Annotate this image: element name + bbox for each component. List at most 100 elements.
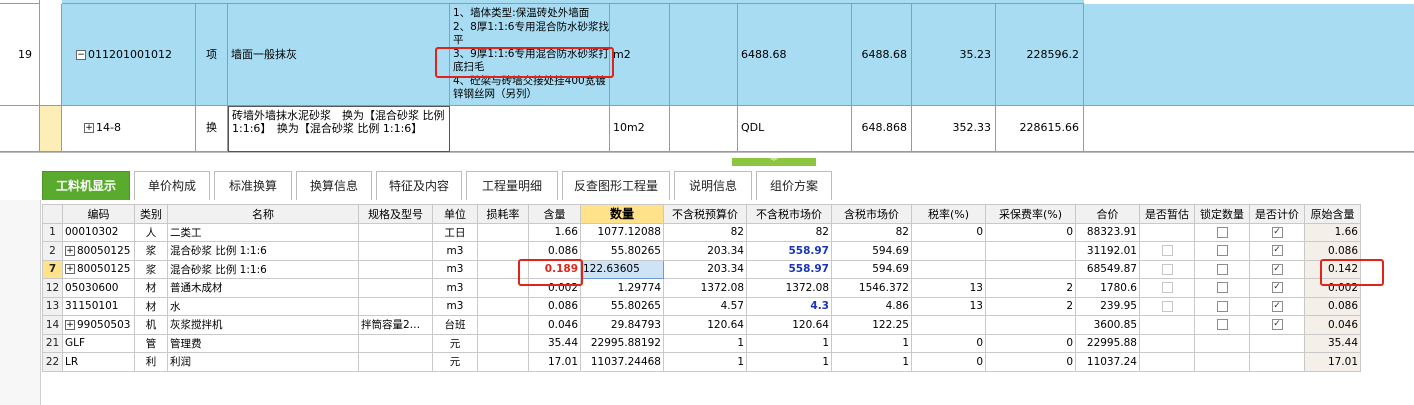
- unchecked-checkbox-icon[interactable]: [1216, 263, 1228, 275]
- collapse-toggle-icon[interactable]: −: [76, 50, 86, 60]
- cell-priced[interactable]: ✓: [1249, 296, 1305, 316]
- row-seq[interactable]: 1: [42, 222, 63, 242]
- cell-content[interactable]: 0.002: [528, 278, 581, 298]
- cell-priced[interactable]: ✓: [1249, 278, 1305, 298]
- cell-content[interactable]: 0.189: [528, 259, 581, 279]
- cell-provisional[interactable]: [1139, 296, 1195, 316]
- cell-provisional[interactable]: [1139, 278, 1195, 298]
- cell-quantity[interactable]: 22995.88192: [580, 333, 664, 353]
- row-seq[interactable]: 13: [42, 296, 63, 316]
- cell-quantity[interactable]: 55.80265: [580, 296, 664, 316]
- splitter-grip-icon[interactable]: ︾: [732, 158, 816, 166]
- cell-lock-qty[interactable]: [1194, 296, 1250, 316]
- tab-pricing-plan[interactable]: 组价方案: [756, 171, 832, 200]
- cell-lock-qty[interactable]: [1194, 352, 1250, 372]
- tab-description-info[interactable]: 说明信息: [674, 171, 752, 200]
- grid-row[interactable]: 14 +99050503 机灰浆搅拌机 拌筒容量2… 台班 0.046 29.84793 12…: [42, 315, 1361, 335]
- expand-toggle-icon[interactable]: +: [65, 264, 75, 275]
- panel-splitter[interactable]: [0, 152, 1414, 158]
- col-header-loss-rate[interactable]: 损耗率: [477, 204, 529, 224]
- cell-market-price[interactable]: 1: [746, 333, 832, 353]
- row-seq[interactable]: 21: [42, 333, 63, 353]
- row-seq[interactable]: 7: [42, 259, 63, 279]
- cell-market-price[interactable]: 558.97: [746, 241, 832, 261]
- cell-quantity[interactable]: 1077.12088: [580, 222, 664, 242]
- checked-checkbox-icon[interactable]: ✓: [1271, 282, 1283, 294]
- col-header-name[interactable]: 名称: [167, 204, 359, 224]
- unchecked-checkbox-icon[interactable]: [1216, 282, 1228, 294]
- item-code-cell[interactable]: −011201001012: [62, 4, 196, 106]
- unchecked-checkbox-icon[interactable]: [1161, 282, 1173, 294]
- unchecked-checkbox-icon[interactable]: [1216, 245, 1228, 257]
- col-header-type[interactable]: 类别: [134, 204, 168, 224]
- cell-content[interactable]: 0.086: [528, 296, 581, 316]
- cell-provisional[interactable]: [1139, 315, 1195, 335]
- cell-content[interactable]: 17.01: [528, 352, 581, 372]
- unchecked-checkbox-icon[interactable]: [1161, 263, 1173, 275]
- grid-row[interactable]: 1 00010302 人二类工 工日 1.66 1077.12088 82 82 82 0 0 883…: [42, 222, 1361, 242]
- cell-provisional[interactable]: [1139, 222, 1195, 242]
- cell-market-price[interactable]: 120.64: [746, 315, 832, 335]
- grid-row[interactable]: 13 31150101 材水 m3 0.086 55.80265 4.57 4.3 4.86 13…: [42, 296, 1361, 316]
- col-header-unit[interactable]: 单位: [432, 204, 478, 224]
- tab-standard-conversion[interactable]: 标准换算: [214, 171, 292, 200]
- sub-name[interactable]: 砖墙外墙抹水泥砂浆 换为【混合砂浆 比例 1:1:6】 换为【混合砂浆 比例 1…: [228, 106, 450, 152]
- col-header-budget-price[interactable]: 不含税预算价: [663, 204, 747, 224]
- col-header-tax-rate[interactable]: 税率(%): [911, 204, 986, 224]
- cell-quantity[interactable]: 1.29774: [580, 278, 664, 298]
- cell-market-price[interactable]: 1: [746, 352, 832, 372]
- cell-market-price[interactable]: 558.97: [746, 259, 832, 279]
- cell-market-price[interactable]: 82: [746, 222, 832, 242]
- cell-lock-qty[interactable]: [1194, 278, 1250, 298]
- cell-lock-qty[interactable]: [1194, 315, 1250, 335]
- grid-row[interactable]: 21 GLF 管管理费元 35.44 22995.88192 1 1 1 0 0 22995.88 3…: [42, 333, 1361, 353]
- tab-labor-material-machine[interactable]: 工料机显示: [42, 171, 130, 200]
- cell-quantity[interactable]: 29.84793: [580, 315, 664, 335]
- checked-checkbox-icon[interactable]: ✓: [1271, 300, 1283, 312]
- unchecked-checkbox-icon[interactable]: [1161, 300, 1173, 312]
- cell-market-price[interactable]: 1372.08: [746, 278, 832, 298]
- tab-quantity-details[interactable]: 工程量明细: [466, 171, 558, 200]
- row-seq[interactable]: 2: [42, 241, 63, 261]
- cell-market-price[interactable]: 4.3: [746, 296, 832, 316]
- cell-content[interactable]: 0.086: [528, 241, 581, 261]
- cell-quantity[interactable]: 11037.24468: [580, 352, 664, 372]
- row-seq[interactable]: 14: [42, 315, 63, 335]
- checked-checkbox-icon[interactable]: ✓: [1271, 245, 1283, 257]
- cell-lock-qty[interactable]: [1194, 241, 1250, 261]
- col-header-total[interactable]: 合价: [1075, 204, 1140, 224]
- col-header-provisional[interactable]: 是否暂估: [1139, 204, 1195, 224]
- cell-priced[interactable]: ✓: [1249, 315, 1305, 335]
- unchecked-checkbox-icon[interactable]: [1216, 226, 1228, 238]
- cell-priced[interactable]: ✓: [1249, 222, 1305, 242]
- unchecked-checkbox-icon[interactable]: [1216, 300, 1228, 312]
- col-header-tax-market-price[interactable]: 含税市场价: [831, 204, 912, 224]
- cell-priced[interactable]: ✓: [1249, 241, 1305, 261]
- sub-code-cell[interactable]: +14-8: [62, 106, 196, 152]
- row-seq[interactable]: 22: [42, 352, 63, 372]
- cell-provisional[interactable]: [1139, 333, 1195, 353]
- expand-toggle-icon[interactable]: +: [65, 319, 75, 330]
- grid-row[interactable]: 2 +80050125 浆混合砂浆 比例 1:1:6 m3 0.086 55.80265 2…: [42, 241, 1361, 261]
- row-seq[interactable]: 12: [42, 278, 63, 298]
- unchecked-checkbox-icon[interactable]: [1216, 319, 1228, 331]
- col-header-quantity[interactable]: 数量: [580, 204, 664, 224]
- cell-priced[interactable]: [1249, 352, 1305, 372]
- cell-priced[interactable]: ✓: [1249, 259, 1305, 279]
- cell-lock-qty[interactable]: [1194, 259, 1250, 279]
- cell-provisional[interactable]: [1139, 352, 1195, 372]
- col-header-content[interactable]: 含量: [528, 204, 581, 224]
- cell-quantity[interactable]: 55.80265: [580, 241, 664, 261]
- col-header-priced[interactable]: 是否计价: [1249, 204, 1305, 224]
- expand-toggle-icon[interactable]: +: [84, 123, 94, 133]
- col-header-code[interactable]: 编码: [62, 204, 135, 224]
- col-header-fee-rate[interactable]: 采保费率(%): [985, 204, 1076, 224]
- col-header-market-price[interactable]: 不含税市场价: [746, 204, 832, 224]
- col-header-lock-qty[interactable]: 锁定数量: [1194, 204, 1250, 224]
- col-header-spec[interactable]: 规格及型号: [358, 204, 433, 224]
- checked-checkbox-icon[interactable]: ✓: [1271, 226, 1283, 238]
- tab-features-content[interactable]: 特征及内容: [376, 171, 462, 200]
- cell-lock-qty[interactable]: [1194, 222, 1250, 242]
- checked-checkbox-icon[interactable]: ✓: [1271, 263, 1283, 275]
- cell-provisional[interactable]: [1139, 259, 1195, 279]
